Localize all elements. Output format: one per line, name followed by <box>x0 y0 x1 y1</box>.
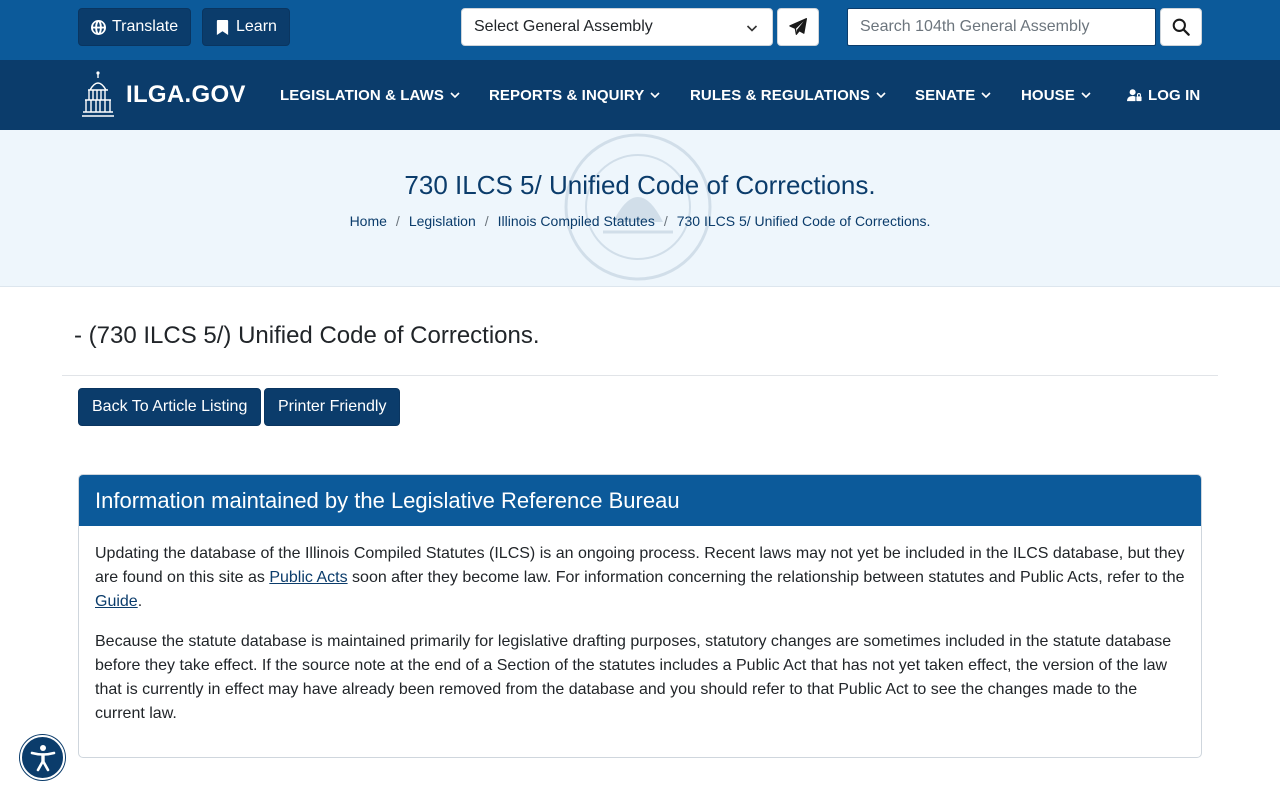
top-utility-bar: Translate Learn Select General Assembly <box>0 0 1280 60</box>
page-title: 730 ILCS 5/ Unified Code of Corrections. <box>404 170 876 200</box>
state-seal-watermark <box>564 133 712 281</box>
bookmark-icon <box>216 19 229 35</box>
search-button[interactable] <box>1160 8 1202 46</box>
info-text: . <box>137 593 143 610</box>
nav-item-label: REPORTS & INQUIRY <box>489 86 645 104</box>
chevron-down-icon <box>650 92 660 99</box>
info-card-title: Information maintained by the Legislativ… <box>79 475 1201 526</box>
nav-rules-regulations[interactable]: RULES & REGULATIONS <box>690 60 886 130</box>
globe-icon <box>91 19 106 35</box>
login-link[interactable]: LOG IN <box>1127 60 1200 130</box>
main-navbar: ILGA.GOV LEGISLATION & LAWS REPORTS & IN… <box>0 60 1280 130</box>
info-paragraph-1: Updating the database of the Illinois Co… <box>95 542 1185 614</box>
divider <box>62 375 1218 376</box>
chevron-down-icon <box>1081 92 1091 99</box>
capitol-dome-icon <box>82 71 114 117</box>
translate-label: Translate <box>112 18 179 35</box>
breadcrumb-separator: / <box>395 213 400 229</box>
paper-plane-icon <box>789 18 807 35</box>
breadcrumb-ilcs[interactable]: Illinois Compiled Statutes <box>498 213 655 229</box>
info-paragraph-2: Because the statute database is maintain… <box>95 633 1172 722</box>
breadcrumb-current: 730 ILCS 5/ Unified Code of Corrections. <box>676 213 931 229</box>
general-assembly-select[interactable]: Select General Assembly <box>461 8 773 46</box>
info-card-body: Updating the database of the Illinois Co… <box>79 526 1201 757</box>
nav-senate[interactable]: SENATE <box>915 60 991 130</box>
breadcrumb-legislation[interactable]: Legislation <box>409 213 476 229</box>
public-acts-link[interactable]: Public Acts <box>269 569 347 586</box>
breadcrumb-home[interactable]: Home <box>350 213 387 229</box>
go-assembly-button[interactable] <box>777 8 819 46</box>
accessibility-icon <box>30 744 55 771</box>
breadcrumb: Home / Legislation / Illinois Compiled Statu… <box>0 213 1280 229</box>
nav-house[interactable]: HOUSE <box>1021 60 1091 130</box>
info-card: Information maintained by the Legislativ… <box>78 474 1202 758</box>
user-lock-icon <box>1127 89 1142 102</box>
nav-item-label: SENATE <box>915 86 976 104</box>
info-text: soon after they become law. For informat… <box>347 569 1185 586</box>
search-icon <box>1172 18 1190 36</box>
search-input[interactable] <box>847 8 1156 46</box>
breadcrumb-separator: / <box>663 213 668 229</box>
chevron-down-icon <box>450 92 460 99</box>
nav-legislation-laws[interactable]: LEGISLATION & LAWS <box>280 60 460 130</box>
general-assembly-select-value: Select General Assembly <box>474 18 653 35</box>
nav-item-label: RULES & REGULATIONS <box>690 86 870 104</box>
page-hero: 730 ILCS 5/ Unified Code of Corrections.… <box>0 130 1280 287</box>
nav-reports-inquiry[interactable]: REPORTS & INQUIRY <box>489 60 660 130</box>
back-to-article-listing-button[interactable]: Back To Article Listing <box>78 388 262 426</box>
chevron-down-icon <box>876 92 886 99</box>
learn-button[interactable]: Learn <box>202 8 290 46</box>
breadcrumb-separator: / <box>484 213 489 229</box>
logo-text: ILGA.GOV <box>126 81 246 108</box>
nav-item-label: LEGISLATION & LAWS <box>280 86 445 104</box>
act-heading: - (730 ILCS 5/) Unified Code of Correcti… <box>74 322 540 349</box>
accessibility-button[interactable] <box>20 735 65 780</box>
chevron-down-icon <box>981 92 991 99</box>
learn-label: Learn <box>236 18 277 35</box>
nav-item-label: HOUSE <box>1021 86 1075 104</box>
login-label: LOG IN <box>1148 86 1201 104</box>
site-logo[interactable]: ILGA.GOV <box>80 70 246 120</box>
translate-button[interactable]: Translate <box>78 8 192 46</box>
printer-friendly-button[interactable]: Printer Friendly <box>264 388 401 426</box>
guide-link[interactable]: Guide <box>95 593 138 610</box>
chevron-down-icon <box>746 25 758 32</box>
